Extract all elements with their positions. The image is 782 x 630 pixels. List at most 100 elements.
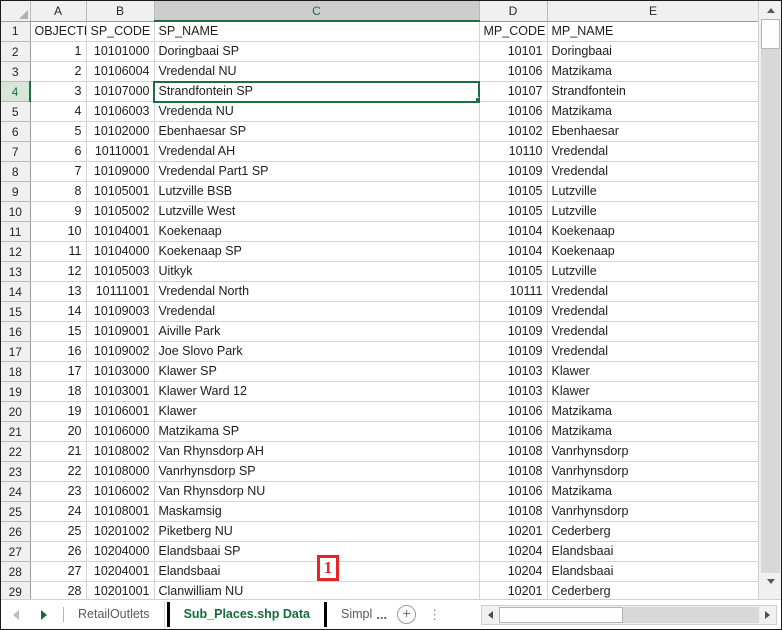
cell-e2[interactable]: Doringbaai <box>547 41 759 62</box>
row-header-1[interactable]: 1 <box>1 21 31 42</box>
cell-a22[interactable]: 21 <box>30 441 87 462</box>
cell-d3[interactable]: 10106 <box>479 61 548 82</box>
triangle-right-icon[interactable] <box>41 609 47 620</box>
cell-a1[interactable]: OBJECTID <box>30 21 87 42</box>
column-header-a[interactable]: A <box>30 1 87 22</box>
cell-c12[interactable]: Koekenaap SP <box>154 241 480 262</box>
cell-d11[interactable]: 10104 <box>479 221 548 242</box>
cell-d26[interactable]: 10201 <box>479 521 548 542</box>
cell-e6[interactable]: Ebenhaesar <box>547 121 759 142</box>
cell-c5[interactable]: Vredenda NU <box>154 101 480 122</box>
cell-a23[interactable]: 22 <box>30 461 87 482</box>
cell-b11[interactable]: 10104001 <box>86 221 155 242</box>
row-header-25[interactable]: 25 <box>1 501 31 522</box>
cell-b9[interactable]: 10105001 <box>86 181 155 202</box>
cell-b15[interactable]: 10109003 <box>86 301 155 322</box>
cell-d17[interactable]: 10109 <box>479 341 548 362</box>
cell-e27[interactable]: Elandsbaai <box>547 541 759 562</box>
cell-d16[interactable]: 10109 <box>479 321 548 342</box>
scroll-down-button[interactable] <box>761 573 780 590</box>
cell-b25[interactable]: 10108001 <box>86 501 155 522</box>
cell-e15[interactable]: Vredendal <box>547 301 759 322</box>
cell-e7[interactable]: Vredendal <box>547 141 759 162</box>
row-header-26[interactable]: 26 <box>1 521 31 542</box>
row-header-4[interactable]: 4 <box>1 81 31 102</box>
cell-a9[interactable]: 8 <box>30 181 87 202</box>
row-header-6[interactable]: 6 <box>1 121 31 142</box>
sheet-tab-sub-places-shp-data[interactable]: Sub_Places.shp Data <box>169 601 325 628</box>
cell-e8[interactable]: Vredendal <box>547 161 759 182</box>
cell-b27[interactable]: 10204000 <box>86 541 155 562</box>
row-header-10[interactable]: 10 <box>1 201 31 222</box>
cell-c15[interactable]: Vredendal <box>154 301 480 322</box>
cell-b19[interactable]: 10103001 <box>86 381 155 402</box>
cell-b22[interactable]: 10108002 <box>86 441 155 462</box>
cell-a27[interactable]: 26 <box>30 541 87 562</box>
row-header-24[interactable]: 24 <box>1 481 31 502</box>
scroll-up-button[interactable] <box>761 2 780 19</box>
cell-e19[interactable]: Klawer <box>547 381 759 402</box>
cell-e12[interactable]: Koekenaap <box>547 241 759 262</box>
cell-a10[interactable]: 9 <box>30 201 87 222</box>
cell-b3[interactable]: 10106004 <box>86 61 155 82</box>
cell-b20[interactable]: 10106001 <box>86 401 155 422</box>
cell-b18[interactable]: 10103000 <box>86 361 155 382</box>
cell-b26[interactable]: 10201002 <box>86 521 155 542</box>
cell-e5[interactable]: Matzikama <box>547 101 759 122</box>
cell-d15[interactable]: 10109 <box>479 301 548 322</box>
cell-c19[interactable]: Klawer Ward 12 <box>154 381 480 402</box>
cell-c9[interactable]: Lutzville BSB <box>154 181 480 202</box>
cell-b24[interactable]: 10106002 <box>86 481 155 502</box>
row-header-18[interactable]: 18 <box>1 361 31 382</box>
row-header-23[interactable]: 23 <box>1 461 31 482</box>
cell-b1[interactable]: SP_CODE <box>86 21 155 42</box>
cell-e28[interactable]: Elandsbaai <box>547 561 759 582</box>
row-header-7[interactable]: 7 <box>1 141 31 162</box>
cell-a5[interactable]: 4 <box>30 101 87 122</box>
cell-e20[interactable]: Matzikama <box>547 401 759 422</box>
cell-c1[interactable]: SP_NAME <box>154 21 480 42</box>
cell-a28[interactable]: 27 <box>30 561 87 582</box>
cell-d12[interactable]: 10104 <box>479 241 548 262</box>
cell-a12[interactable]: 11 <box>30 241 87 262</box>
cell-e9[interactable]: Lutzville <box>547 181 759 202</box>
vertical-scrollbar[interactable] <box>758 1 781 602</box>
row-header-5[interactable]: 5 <box>1 101 31 122</box>
cell-d25[interactable]: 10108 <box>479 501 548 522</box>
cell-b2[interactable]: 10101000 <box>86 41 155 62</box>
cell-b4[interactable]: 10107000 <box>86 81 155 102</box>
plus-circle-icon[interactable]: + <box>397 605 417 624</box>
cell-b12[interactable]: 10104000 <box>86 241 155 262</box>
cell-c16[interactable]: Aiville Park <box>154 321 480 342</box>
cell-e17[interactable]: Vredendal <box>547 341 759 362</box>
cell-a18[interactable]: 17 <box>30 361 87 382</box>
cell-d2[interactable]: 10101 <box>479 41 548 62</box>
cell-e4[interactable]: Strandfontein <box>547 81 759 102</box>
row-header-14[interactable]: 14 <box>1 281 31 302</box>
cell-c4[interactable]: Strandfontein SP <box>153 80 480 103</box>
cell-a26[interactable]: 25 <box>30 521 87 542</box>
cell-c7[interactable]: Vredendal AH <box>154 141 480 162</box>
cell-a19[interactable]: 18 <box>30 381 87 402</box>
row-header-8[interactable]: 8 <box>1 161 31 182</box>
cell-e16[interactable]: Vredendal <box>547 321 759 342</box>
cell-b6[interactable]: 10102000 <box>86 121 155 142</box>
cell-c21[interactable]: Matzikama SP <box>154 421 480 442</box>
cell-e24[interactable]: Matzikama <box>547 481 759 502</box>
row-header-28[interactable]: 28 <box>1 561 31 582</box>
cell-c22[interactable]: Van Rhynsdorp AH <box>154 441 480 462</box>
cell-e3[interactable]: Matzikama <box>547 61 759 82</box>
cell-d20[interactable]: 10106 <box>479 401 548 422</box>
cell-e18[interactable]: Klawer <box>547 361 759 382</box>
cell-d18[interactable]: 10103 <box>479 361 548 382</box>
row-header-9[interactable]: 9 <box>1 181 31 202</box>
cell-d7[interactable]: 10110 <box>479 141 548 162</box>
kebab-menu-icon[interactable]: ⋮ <box>428 608 441 621</box>
cell-e22[interactable]: Vanrhynsdorp <box>547 441 759 462</box>
cell-b13[interactable]: 10105003 <box>86 261 155 282</box>
cell-b8[interactable]: 10109000 <box>86 161 155 182</box>
cell-a24[interactable]: 23 <box>30 481 87 502</box>
cell-e10[interactable]: Lutzville <box>547 201 759 222</box>
row-header-17[interactable]: 17 <box>1 341 31 362</box>
column-header-c[interactable]: C <box>154 1 480 22</box>
